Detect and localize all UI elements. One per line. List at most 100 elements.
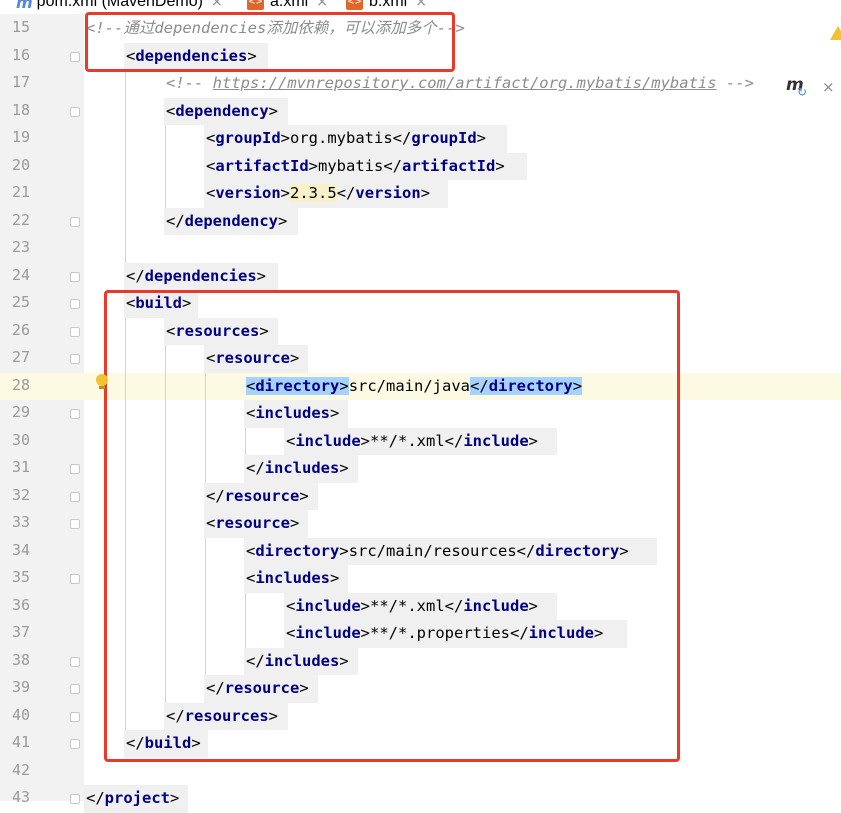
fold-marker-icon[interactable] — [70, 271, 80, 282]
code-text: </project> — [86, 787, 179, 810]
tab-close-icon[interactable]: × — [415, 0, 427, 10]
tag-bracket: > — [280, 129, 291, 147]
line-number: 33 — [11, 513, 30, 531]
tag-bracket: > — [280, 184, 291, 202]
line-number: 21 — [11, 183, 30, 201]
line-number: 32 — [11, 485, 30, 504]
line-number: 16 — [11, 45, 30, 64]
fold-marker-icon[interactable] — [70, 684, 80, 694]
tag-name: project — [104, 789, 170, 807]
close-icon[interactable]: × — [822, 78, 835, 96]
line-number: 34 — [11, 540, 30, 559]
line-number: 37 — [11, 623, 30, 641]
tag-bracket: > — [308, 156, 319, 175]
code-line[interactable]: 21 <version>2.3.5</version> — [0, 180, 841, 208]
fold-marker-icon[interactable] — [70, 354, 80, 364]
fold-marker-icon[interactable] — [70, 464, 80, 474]
maven-file-icon: m — [16, 0, 33, 12]
tag-bracket: > — [268, 101, 279, 120]
tag-bracket: </ — [383, 156, 403, 175]
tag-name: dependency — [175, 101, 269, 120]
lightbulb-icon[interactable] — [96, 374, 108, 389]
tag-bracket: < — [206, 156, 216, 175]
editor-tab-label: b.xml — [369, 0, 408, 10]
line-number: 31 — [11, 458, 30, 476]
tag-bracket: > — [256, 266, 266, 285]
tag-bracket: < — [166, 101, 176, 120]
tag-bracket: </ — [86, 789, 105, 807]
tab-close-icon[interactable]: × — [211, 0, 223, 10]
version-value: 2.3.5 — [290, 184, 337, 202]
line-number: 30 — [11, 430, 30, 449]
code-text: </dependency> — [166, 210, 287, 233]
tag-name: version — [215, 184, 281, 202]
annotation-box-build — [104, 290, 680, 762]
code-line[interactable]: 24 </dependencies> — [0, 262, 841, 290]
comment-link[interactable]: https://mvnrepository.com/artifact/org.m… — [213, 74, 717, 92]
tag-name: artifactId — [215, 156, 309, 175]
line-number: 24 — [11, 265, 30, 284]
tag-name: groupId — [411, 129, 477, 147]
xml-file-icon: <> — [247, 0, 264, 10]
code-line[interactable]: 43 </project> — [0, 785, 841, 813]
tag-bracket: > — [495, 156, 505, 175]
line-number: 19 — [11, 128, 30, 146]
code-line[interactable]: 23 — [0, 235, 841, 263]
line-number: 43 — [11, 788, 30, 806]
text-value: mybatis — [318, 156, 384, 175]
line-number: 36 — [11, 595, 30, 614]
line-number: 25 — [11, 293, 30, 311]
xml-file-icon: <> — [346, 0, 363, 10]
fold-marker-icon[interactable] — [70, 491, 80, 502]
fold-marker-icon[interactable] — [70, 51, 80, 62]
line-number: 28 — [11, 375, 30, 394]
editor-tab-label: a.xml — [270, 0, 309, 10]
code-line[interactable]: 22 </dependency> — [0, 207, 841, 235]
fold-marker-icon[interactable] — [70, 106, 80, 117]
tag-bracket: </ — [336, 184, 356, 202]
refresh-icon[interactable]: ↻ — [797, 85, 807, 99]
editor-tab-label: pom.xml (MavenDemo) — [36, 0, 203, 10]
tag-bracket: < — [206, 129, 216, 147]
line-number: 20 — [11, 155, 30, 174]
line-number: 27 — [11, 348, 30, 366]
fold-marker-icon[interactable] — [70, 519, 80, 529]
code-text: <artifactId>mybatis</artifactId> — [206, 155, 505, 178]
fold-marker-icon[interactable] — [70, 326, 80, 337]
tab-close-icon[interactable]: × — [316, 0, 328, 10]
tag-bracket: </ — [166, 211, 185, 230]
code-text: <groupId>org.mybatis</groupId> — [206, 127, 486, 150]
tag-bracket: </ — [392, 129, 412, 147]
line-number: 23 — [11, 238, 30, 256]
comment-text: <!-- — [166, 74, 213, 92]
tag-bracket: > — [170, 789, 180, 807]
tag-name: artifactId — [402, 156, 496, 175]
code-line[interactable]: 19 <groupId>org.mybatis</groupId> — [0, 125, 841, 153]
line-number: 38 — [11, 650, 30, 669]
line-number: 26 — [11, 320, 30, 339]
code-line[interactable]: 20 <artifactId>mybatis</artifactId> — [0, 152, 841, 180]
code-line[interactable]: 18 <dependency> — [0, 97, 841, 125]
fold-marker-icon[interactable] — [70, 574, 80, 584]
tag-bracket: < — [206, 184, 216, 202]
code-line[interactable]: 17 <!-- https://mvnrepository.com/artifac… — [0, 70, 841, 98]
fold-marker-icon[interactable] — [70, 711, 80, 722]
line-number: 15 — [11, 18, 30, 36]
line-number: 18 — [11, 100, 30, 119]
indent-guide — [165, 125, 166, 208]
warning-icon[interactable] — [830, 26, 841, 40]
tag-bracket: > — [476, 129, 487, 147]
fold-marker-icon[interactable] — [70, 299, 80, 309]
tag-bracket: </ — [126, 266, 145, 285]
fold-marker-icon[interactable] — [70, 216, 80, 227]
fold-marker-icon[interactable] — [70, 739, 80, 749]
fold-marker-icon[interactable] — [70, 794, 80, 804]
line-number: 17 — [11, 73, 30, 91]
line-number: 35 — [11, 568, 30, 586]
fold-marker-icon[interactable] — [70, 409, 80, 419]
line-number: 42 — [11, 760, 30, 779]
code-text: </dependencies> — [126, 265, 266, 288]
annotation-box-dependencies — [85, 12, 455, 72]
fold-marker-icon[interactable] — [70, 656, 80, 667]
tag-name: groupId — [215, 129, 281, 147]
